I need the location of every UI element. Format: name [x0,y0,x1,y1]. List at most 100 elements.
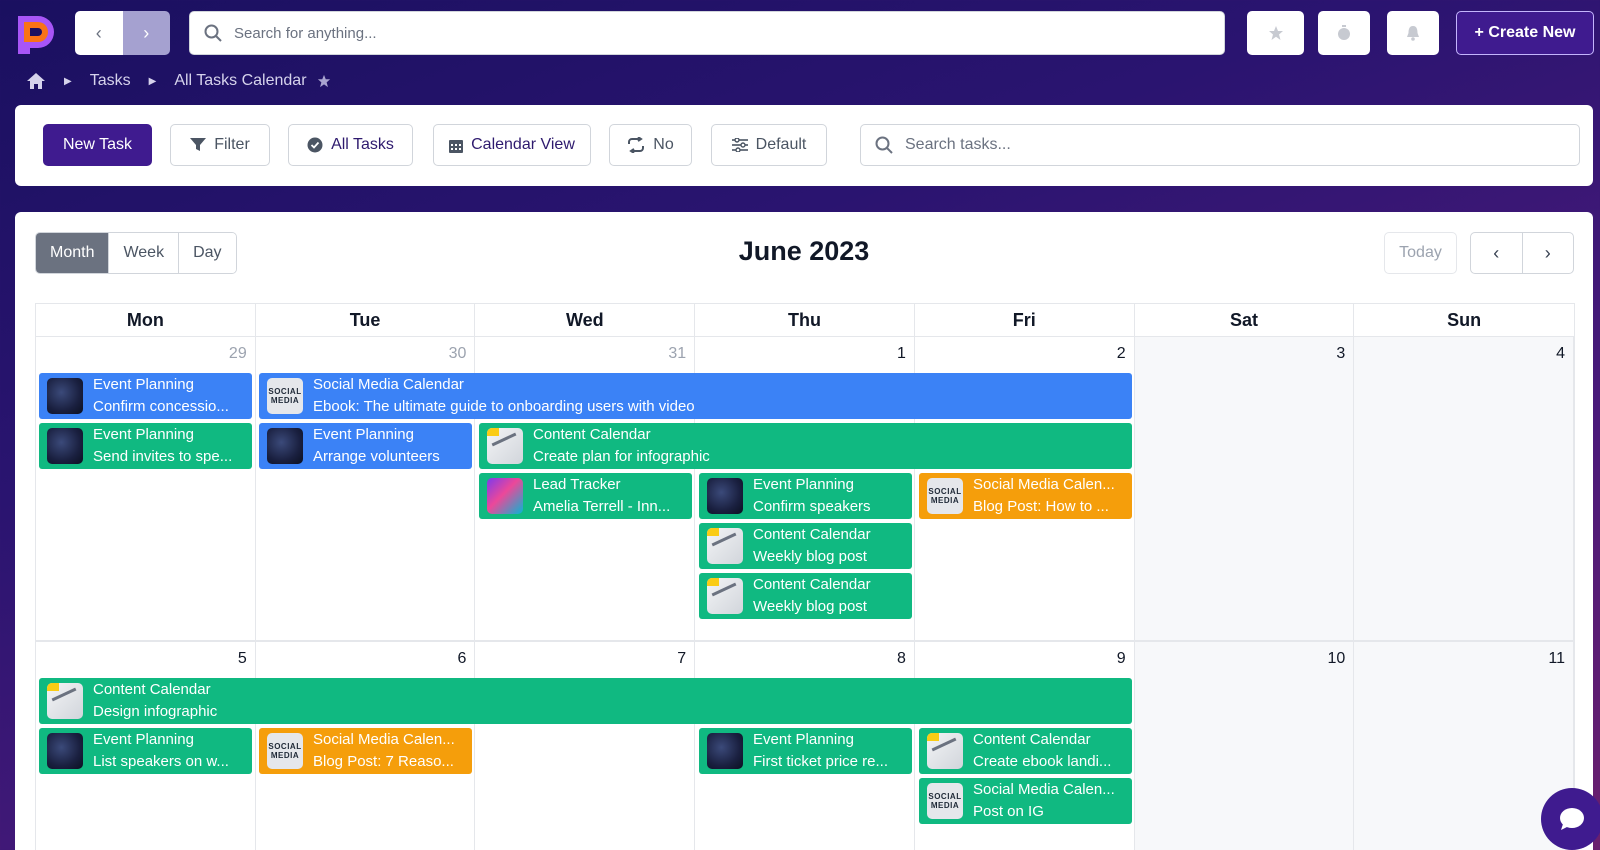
day-number: 8 [896,650,906,667]
calendar-view-button[interactable]: Calendar View [433,124,591,166]
event-project: Social Media Calen... [313,731,455,748]
breadcrumb-tasks[interactable]: Tasks [90,72,131,90]
calendar-title: June 2023 [738,236,870,266]
task-search-input[interactable] [905,136,1545,154]
calendar-event[interactable]: Event Planning List speakers on w... [39,728,252,774]
month-nav: ‹ › [1470,232,1574,274]
calendar-event[interactable]: SOCIAL MEDIA Social Media Calen... Blog P… [919,473,1132,519]
all-tasks-label: All Tasks [331,136,394,153]
filter-button[interactable]: Filter [170,124,270,166]
calendar-event[interactable]: Event Planning Send invites to spe... [39,423,252,469]
project-thumbnail [47,733,83,769]
event-task: Create ebook landi... [973,753,1112,770]
calendar-icon [449,139,464,153]
day-number: 11 [1548,650,1566,667]
check-circle-icon [307,137,323,153]
event-project: Event Planning [93,731,194,748]
day-cell[interactable]: 7 [475,642,696,850]
sliders-icon [731,138,748,152]
today-button[interactable]: Today [1384,232,1457,274]
event-project: Lead Tracker [533,476,621,493]
new-task-button[interactable]: New Task [43,124,152,166]
day-number: 2 [1116,345,1126,362]
weekday-thu: Thu [695,304,915,336]
calendar-event[interactable]: Event Planning Arrange volunteers [259,423,472,469]
calendar-event[interactable]: Event Planning Confirm speakers [699,473,912,519]
calendar-event[interactable]: SOCIAL MEDIA Social Media Calen... Blog P… [259,728,472,774]
forward-button[interactable]: › [122,11,170,55]
repeat-button[interactable]: No [609,124,692,166]
calendar-event[interactable]: SOCIAL MEDIA Social Media Calen... Post o… [919,778,1132,824]
chat-icon [1560,808,1584,830]
search-icon [204,24,222,42]
favorites-button[interactable] [1247,11,1304,55]
all-tasks-button[interactable]: All Tasks [288,124,413,166]
day-number: 7 [677,650,687,667]
day-number: 6 [457,650,467,667]
default-label: Default [755,136,807,153]
month-grid: Mon Tue Wed Thu Fri Sat Sun 29 30 31 1 2… [35,303,1575,850]
calendar-panel: Month Week Day June 2023 Today ‹ › Mon T… [15,212,1593,850]
day-number: 5 [237,650,247,667]
calendar-event[interactable]: Content Calendar Weekly blog post [699,523,912,569]
calendar-event[interactable]: Content Calendar Design infographic [39,678,1132,724]
week-row: 29 30 31 1 2 3 4 Event Planning Confirm c… [35,336,1575,641]
event-project: Content Calendar [973,731,1091,748]
calendar-event[interactable]: Content Calendar Create plan for infograp… [479,423,1132,469]
event-project: Social Media Calen... [973,781,1115,798]
breadcrumb: ▶ Tasks ▶ All Tasks Calendar [26,70,331,92]
event-task: Blog Post: How to ... [973,498,1109,515]
stopwatch-icon [1338,25,1350,40]
create-new-button[interactable]: + Create New [1456,11,1594,55]
event-task: Post on IG [973,803,1044,820]
project-thumbnail [707,478,743,514]
weekday-tue: Tue [256,304,476,336]
app-logo[interactable] [14,12,60,56]
default-settings-button[interactable]: Default [711,124,827,166]
event-project: Content Calendar [753,526,871,543]
event-project: Event Planning [93,426,194,443]
day-cell[interactable]: 10 [1134,642,1355,850]
calendar-event[interactable]: Content Calendar Weekly blog post [699,573,912,619]
event-task: Send invites to spe... [93,448,233,465]
project-thumbnail [47,428,83,464]
event-project: Social Media Calendar [313,376,464,393]
project-thumbnail [267,428,303,464]
project-thumbnail [47,683,83,719]
event-project: Event Planning [753,476,854,493]
prev-month-button[interactable]: ‹ [1471,233,1523,273]
chat-launcher-button[interactable] [1541,788,1600,850]
event-task: Ebook: The ultimate guide to onboarding … [313,398,695,415]
project-thumbnail: SOCIAL MEDIA [267,378,303,414]
event-project: Social Media Calen... [973,476,1115,493]
next-month-button[interactable]: › [1523,233,1574,273]
calendar-event[interactable]: Lead Tracker Amelia Terrell - Inn... [479,473,692,519]
home-icon[interactable] [26,72,46,90]
weekday-mon: Mon [36,304,256,336]
repeat-label: No [653,136,674,153]
calendar-view-label: Calendar View [471,136,575,153]
calendar-event[interactable]: Content Calendar Create ebook landi... [919,728,1132,774]
caret-right-icon: ▶ [64,75,72,87]
day-number: 31 [668,345,687,362]
event-task: Amelia Terrell - Inn... [533,498,671,515]
calendar-event[interactable]: Event Planning First ticket price re... [699,728,912,774]
day-cell[interactable]: 3 [1134,337,1355,640]
notifications-button[interactable] [1387,11,1439,55]
breadcrumb-current: All Tasks Calendar [174,72,307,89]
global-search [189,11,1225,55]
bell-icon [1407,26,1419,41]
chevron-right-icon: › [1544,242,1551,263]
calendar-event[interactable]: Event Planning Confirm concessio... [39,373,252,419]
calendar-event[interactable]: SOCIAL MEDIA Social Media Calendar Ebook:… [259,373,1132,419]
timer-button[interactable] [1318,11,1370,55]
star-icon[interactable] [317,74,331,88]
event-project: Content Calendar [93,681,211,698]
event-task: Blog Post: 7 Reaso... [313,753,454,770]
task-toolbar: New Task Filter All Tasks Calendar View … [15,105,1593,186]
back-button[interactable]: ‹ [75,11,123,55]
day-cell[interactable]: 4 [1354,337,1575,640]
global-search-input[interactable] [234,24,1134,42]
top-bar: ‹ › + Create New [0,0,1600,66]
task-search [860,124,1580,166]
